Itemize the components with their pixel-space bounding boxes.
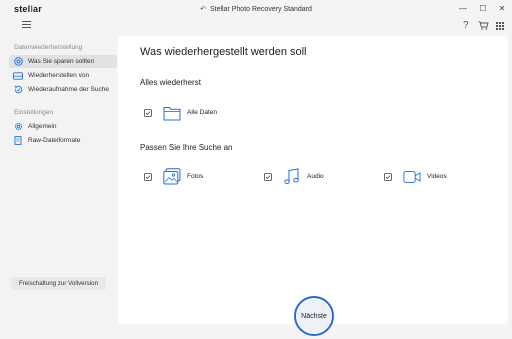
next-button-label: Nächste <box>297 299 331 333</box>
sidebar-item-general[interactable]: Allgemein <box>9 120 117 133</box>
video-icon <box>403 168 421 185</box>
resume-icon <box>13 85 23 95</box>
title-bar: stellar ↶ Stellar Photo Recovery Standard… <box>0 0 512 20</box>
sidebar-item-label: Raw-Dateiformate <box>28 137 81 144</box>
sidebar-item-recover-from[interactable]: Wiederherstellen von <box>9 69 117 82</box>
sidebar-section-settings: Einstellungen <box>14 109 54 116</box>
section-recover-all: Alles wiederherst <box>140 78 201 87</box>
help-icon[interactable]: ? <box>463 20 469 31</box>
checkbox-audio[interactable] <box>264 172 272 181</box>
target-icon <box>13 57 23 67</box>
sidebar-item-raw-formats[interactable]: Raw-Dateiformate <box>9 134 117 147</box>
sidebar-item-what-to-recover[interactable]: Was Sie sparen sollten <box>9 55 117 68</box>
window-title-text: Stellar Photo Recovery Standard <box>209 6 312 13</box>
option-label-all-data: Alle Daten <box>187 109 217 116</box>
maximize-button[interactable]: ☐ <box>477 4 489 13</box>
checkbox-photos[interactable] <box>144 172 152 181</box>
sidebar-section-data-recovery: Datenwiederherstellung <box>14 44 83 51</box>
main-panel: Was wiederhergestellt werden soll Alles … <box>118 36 508 324</box>
option-label-videos: Videos <box>427 173 447 180</box>
sidebar-item-label: Allgemein <box>28 123 57 130</box>
checkbox-videos[interactable] <box>384 172 392 181</box>
window-title: ↶ Stellar Photo Recovery Standard <box>0 5 512 13</box>
grid-icon[interactable] <box>496 22 504 33</box>
page-title: Was wiederhergestellt werden soll <box>140 46 307 58</box>
option-label-audio: Audio <box>307 173 324 180</box>
photo-icon <box>163 168 181 185</box>
close-button[interactable]: ✕ <box>496 4 508 13</box>
section-customize-scan: Passen Sie Ihre Suche an <box>140 143 233 152</box>
gear-icon <box>13 122 23 132</box>
music-icon <box>283 168 301 185</box>
menu-icon[interactable] <box>22 20 32 32</box>
sidebar-item-label: Wiederaufnahme der Suche <box>28 86 109 93</box>
sidebar-item-label: Wiederherstellen von <box>28 72 90 79</box>
sidebar-item-label: Was Sie sparen sollten <box>28 58 95 65</box>
option-videos[interactable]: Videos <box>384 168 447 185</box>
drive-icon <box>13 71 23 81</box>
folder-icon <box>163 104 181 121</box>
minimize-button[interactable]: — <box>457 4 469 13</box>
option-audio[interactable]: Audio <box>264 168 324 185</box>
undo-icon[interactable]: ↶ <box>200 6 206 13</box>
option-photos[interactable]: Fotos <box>144 168 203 185</box>
checkbox-all-data[interactable] <box>144 108 152 117</box>
cart-icon[interactable] <box>478 21 489 33</box>
file-icon <box>13 136 23 146</box>
sidebar: Datenwiederherstellung Was Sie sparen so… <box>4 36 117 300</box>
next-button[interactable]: Nächste <box>294 296 334 336</box>
sidebar-item-resume-scan[interactable]: Wiederaufnahme der Suche <box>9 83 117 96</box>
option-label-photos: Fotos <box>187 173 204 180</box>
unlock-full-version-button[interactable]: Freischaltung zur Vollversion <box>11 277 106 290</box>
option-all-data[interactable]: Alle Daten <box>144 104 217 121</box>
toolbar: ? <box>0 18 512 34</box>
